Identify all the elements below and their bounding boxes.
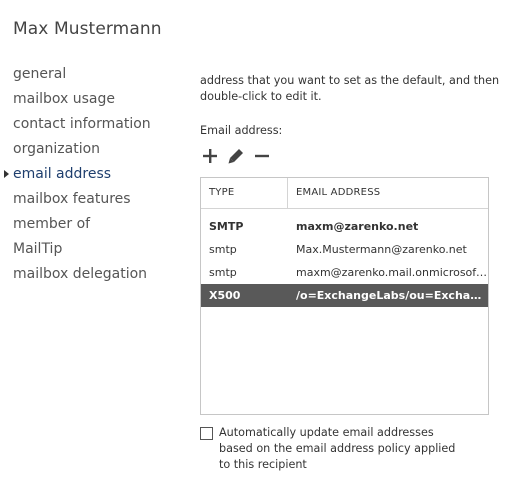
table-header: TYPE EMAIL ADDRESS <box>201 178 488 209</box>
sidebar-item-organization[interactable]: organization <box>0 138 180 163</box>
scrolled-text-fragment <box>200 60 500 70</box>
sidebar-item-label: organization <box>13 141 101 157</box>
page-title: Max Mustermann <box>13 19 162 39</box>
sidebar-item-label: contact information <box>13 116 151 132</box>
caret-right-icon <box>4 170 9 178</box>
minus-icon <box>255 154 269 158</box>
sidebar-item-mailbox-usage[interactable]: mailbox usage <box>0 88 180 113</box>
plus-icon <box>203 149 217 163</box>
cell-email: Max.Mustermann@zarenko.net <box>296 243 467 256</box>
cell-email: /o=ExchangeLabs/ou=Exchange ... <box>296 289 488 302</box>
table-body: SMTP maxm@zarenko.net smtp Max.Musterman… <box>201 209 488 307</box>
column-header-email-address[interactable]: EMAIL ADDRESS <box>288 178 488 208</box>
sidebar-item-member-of[interactable]: member of <box>0 213 180 238</box>
cell-email: maxm@zarenko.mail.onmicrosoft... <box>296 266 488 279</box>
pencil-icon <box>228 149 243 164</box>
mailbox-properties-page: Max Mustermann general mailbox usage con… <box>0 0 526 485</box>
auto-update-checkbox[interactable] <box>200 427 213 440</box>
table-row-selected[interactable]: X500 /o=ExchangeLabs/ou=Exchange ... <box>201 284 488 307</box>
sidebar-item-label: member of <box>13 216 91 232</box>
text-fragment-marks <box>200 65 500 70</box>
table-row[interactable]: smtp maxm@zarenko.mail.onmicrosoft... <box>201 261 488 284</box>
cell-email: maxm@zarenko.net <box>296 220 419 233</box>
sidebar-item-mailbox-features[interactable]: mailbox features <box>0 188 180 213</box>
cell-type: smtp <box>209 243 237 256</box>
sidebar-item-label: mailbox usage <box>13 91 115 107</box>
auto-update-label[interactable]: Automatically update email addresses bas… <box>219 425 469 473</box>
cell-type: smtp <box>209 266 237 279</box>
sidebar-item-label: mailbox delegation <box>13 266 148 282</box>
sidebar-nav: general mailbox usage contact informatio… <box>0 63 180 288</box>
sidebar-item-mailbox-delegation[interactable]: mailbox delegation <box>0 263 180 288</box>
email-address-label: Email address: <box>200 124 283 137</box>
sidebar-item-contact-information[interactable]: contact information <box>0 113 180 138</box>
table-row[interactable]: SMTP maxm@zarenko.net <box>201 215 488 238</box>
sidebar-item-label: general <box>13 66 67 82</box>
sidebar-item-email-address[interactable]: email address <box>0 163 180 188</box>
auto-update-option: Automatically update email addresses bas… <box>200 425 480 473</box>
email-toolbar <box>200 146 278 166</box>
cell-type: X500 <box>209 289 241 302</box>
column-header-type[interactable]: TYPE <box>201 178 288 208</box>
table-row[interactable]: smtp Max.Mustermann@zarenko.net <box>201 238 488 261</box>
add-email-button[interactable] <box>200 146 220 166</box>
edit-email-button[interactable] <box>226 146 246 166</box>
sidebar-item-label: email address <box>13 166 112 182</box>
remove-email-button[interactable] <box>252 146 272 166</box>
sidebar-item-label: MailTip <box>13 241 63 257</box>
sidebar-item-mailtip[interactable]: MailTip <box>0 238 180 263</box>
sidebar-item-general[interactable]: general <box>0 63 180 88</box>
cell-type: SMTP <box>209 220 244 233</box>
email-address-table[interactable]: TYPE EMAIL ADDRESS SMTP maxm@zarenko.net… <box>200 177 489 415</box>
section-description: address that you want to set as the defa… <box>200 74 500 103</box>
sidebar-item-label: mailbox features <box>13 191 131 207</box>
